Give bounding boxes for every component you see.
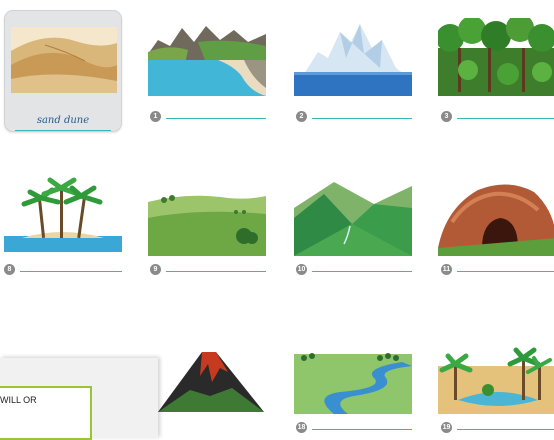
item-number: 2 bbox=[296, 111, 307, 122]
rainforest-picture bbox=[438, 18, 554, 96]
answer-line[interactable] bbox=[20, 271, 122, 272]
item-number: 11 bbox=[441, 264, 452, 275]
sand-dune-picture bbox=[5, 21, 121, 99]
item-number: 19 bbox=[441, 422, 452, 433]
answer-line[interactable] bbox=[312, 118, 412, 119]
example-answer: sand dune bbox=[36, 115, 90, 126]
item-number: 9 bbox=[150, 264, 161, 275]
valley-picture bbox=[294, 178, 412, 256]
item-number: 1 bbox=[150, 111, 161, 122]
island-picture bbox=[4, 174, 122, 252]
volcano-picture bbox=[150, 338, 268, 416]
iceberg-picture bbox=[294, 18, 412, 96]
grassland-picture bbox=[148, 178, 266, 256]
example-answer-line bbox=[15, 130, 111, 131]
oasis-picture bbox=[438, 344, 554, 422]
answer-line[interactable] bbox=[166, 271, 266, 272]
example-card: sand dune bbox=[4, 10, 122, 132]
answer-line[interactable] bbox=[457, 271, 554, 272]
answer-line[interactable] bbox=[457, 118, 554, 119]
answer-line[interactable] bbox=[457, 429, 554, 430]
answer-line[interactable] bbox=[166, 118, 266, 119]
item-number: 18 bbox=[296, 422, 307, 433]
item-number: 8 bbox=[4, 264, 15, 275]
coast-picture bbox=[148, 18, 266, 96]
answer-line[interactable] bbox=[312, 429, 412, 430]
item-number: 10 bbox=[296, 264, 307, 275]
note-text: WILL OR bbox=[0, 395, 37, 405]
item-number: 3 bbox=[441, 111, 452, 122]
answer-line[interactable] bbox=[312, 271, 412, 272]
cave-picture bbox=[438, 178, 554, 256]
river-picture bbox=[294, 344, 412, 422]
